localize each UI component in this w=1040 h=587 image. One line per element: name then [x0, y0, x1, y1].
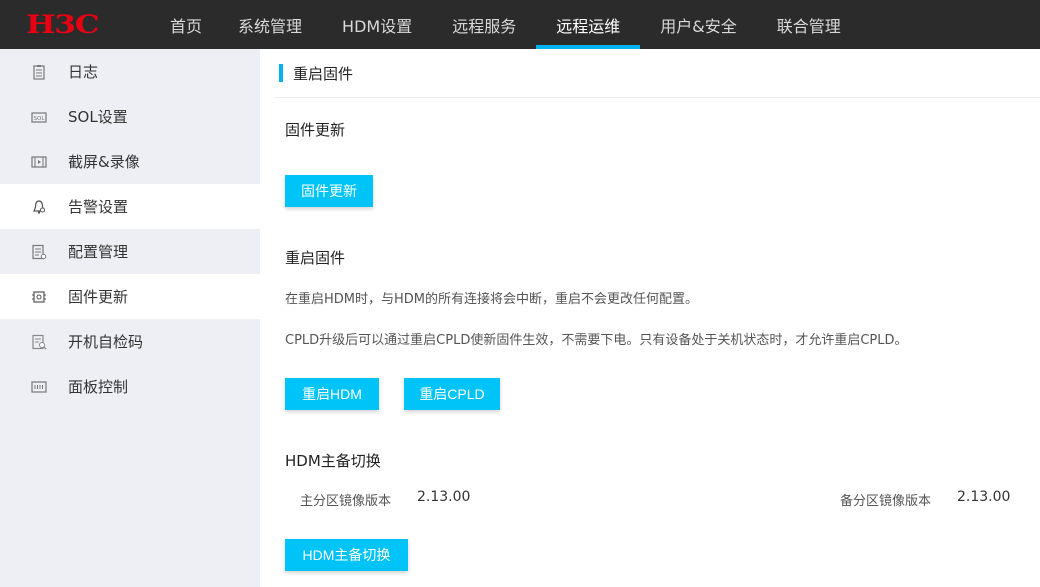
sidebar-item-label: 开机自检码: [68, 333, 144, 351]
backup-image-version-label: 备分区镜像版本: [840, 494, 932, 509]
sidebar-item-alarm-settings[interactable]: 告警设置: [0, 184, 260, 229]
nav-user-security[interactable]: 用户&安全: [660, 0, 736, 49]
backup-image-version-value: 2.13.00: [957, 489, 1011, 505]
sidebar-item-label: 面板控制: [68, 378, 129, 396]
video-icon: [30, 153, 48, 171]
sidebar-item-config-management[interactable]: 配置管理: [0, 229, 260, 274]
sidebar-item-label: 告警设置: [68, 198, 129, 216]
nav-remote-maintenance[interactable]: 远程运维: [536, 0, 641, 49]
sidebar: 日志 SOL SOL设置 截屏&录像 告警设置 配置管理 固件更新 开机自检码: [0, 49, 260, 587]
nav-remote-service[interactable]: 远程服务: [452, 0, 516, 49]
firmware-update-section-title: 固件更新: [285, 121, 346, 139]
sidebar-item-screenshot-video[interactable]: 截屏&录像: [0, 139, 260, 184]
bell-icon: [30, 198, 48, 216]
sidebar-item-label: 截屏&录像: [68, 153, 140, 171]
top-navigation-bar: H3C 首页 系统管理 HDM设置 远程服务 远程运维 用户&安全 联合管理: [0, 0, 1040, 49]
sidebar-item-label: 日志: [68, 63, 99, 81]
nav-home[interactable]: 首页: [170, 0, 202, 49]
restart-firmware-section-title: 重启固件: [285, 249, 346, 267]
sidebar-item-log[interactable]: 日志: [0, 49, 260, 94]
restart-cpld-button[interactable]: 重启CPLD: [404, 378, 500, 410]
sidebar-item-sol[interactable]: SOL SOL设置: [0, 94, 260, 139]
svg-text:SOL: SOL: [34, 116, 46, 122]
logo-text: H3C: [26, 9, 100, 39]
page-header: 重启固件: [274, 49, 1040, 98]
restart-cpld-description: CPLD升级后可以通过重启CPLD使新固件生效，不需要下电。只有设备处于关机状态…: [285, 333, 908, 348]
primary-image-version-label: 主分区镜像版本: [300, 494, 392, 509]
main-content: 重启固件 固件更新 固件更新 重启固件 在重启HDM时，与HDM的所有连接将会中…: [260, 49, 1040, 587]
nav-system-management[interactable]: 系统管理: [238, 0, 302, 49]
config-icon: [30, 243, 48, 261]
sol-icon: SOL: [30, 108, 48, 126]
hdm-switch-section-title: HDM主备切换: [285, 452, 381, 470]
hdm-switch-button[interactable]: HDM主备切换: [285, 539, 408, 571]
firmware-icon: [30, 288, 48, 306]
title-accent-bar: [279, 64, 283, 82]
sidebar-item-label: 固件更新: [68, 288, 129, 306]
h3c-logo[interactable]: H3C: [26, 10, 100, 39]
page-title: 重启固件: [293, 65, 354, 83]
post-code-icon: [30, 333, 48, 351]
log-icon: [30, 63, 48, 81]
restart-hdm-button[interactable]: 重启HDM: [285, 378, 379, 410]
sidebar-item-panel-control[interactable]: 面板控制: [0, 364, 260, 409]
primary-image-version-value: 2.13.00: [417, 489, 471, 505]
panel-icon: [30, 378, 48, 396]
sidebar-item-label: SOL设置: [68, 108, 128, 126]
restart-hdm-description: 在重启HDM时，与HDM的所有连接将会中断，重启不会更改任何配置。: [285, 292, 699, 307]
nav-hdm-settings[interactable]: HDM设置: [342, 0, 412, 49]
firmware-update-button[interactable]: 固件更新: [285, 175, 373, 207]
sidebar-item-post-code[interactable]: 开机自检码: [0, 319, 260, 364]
sidebar-item-label: 配置管理: [68, 243, 129, 261]
nav-federation-management[interactable]: 联合管理: [777, 0, 841, 49]
main-nav: 首页 系统管理 HDM设置 远程服务 远程运维 用户&安全 联合管理: [150, 0, 841, 49]
sidebar-item-firmware-update[interactable]: 固件更新: [0, 274, 260, 319]
